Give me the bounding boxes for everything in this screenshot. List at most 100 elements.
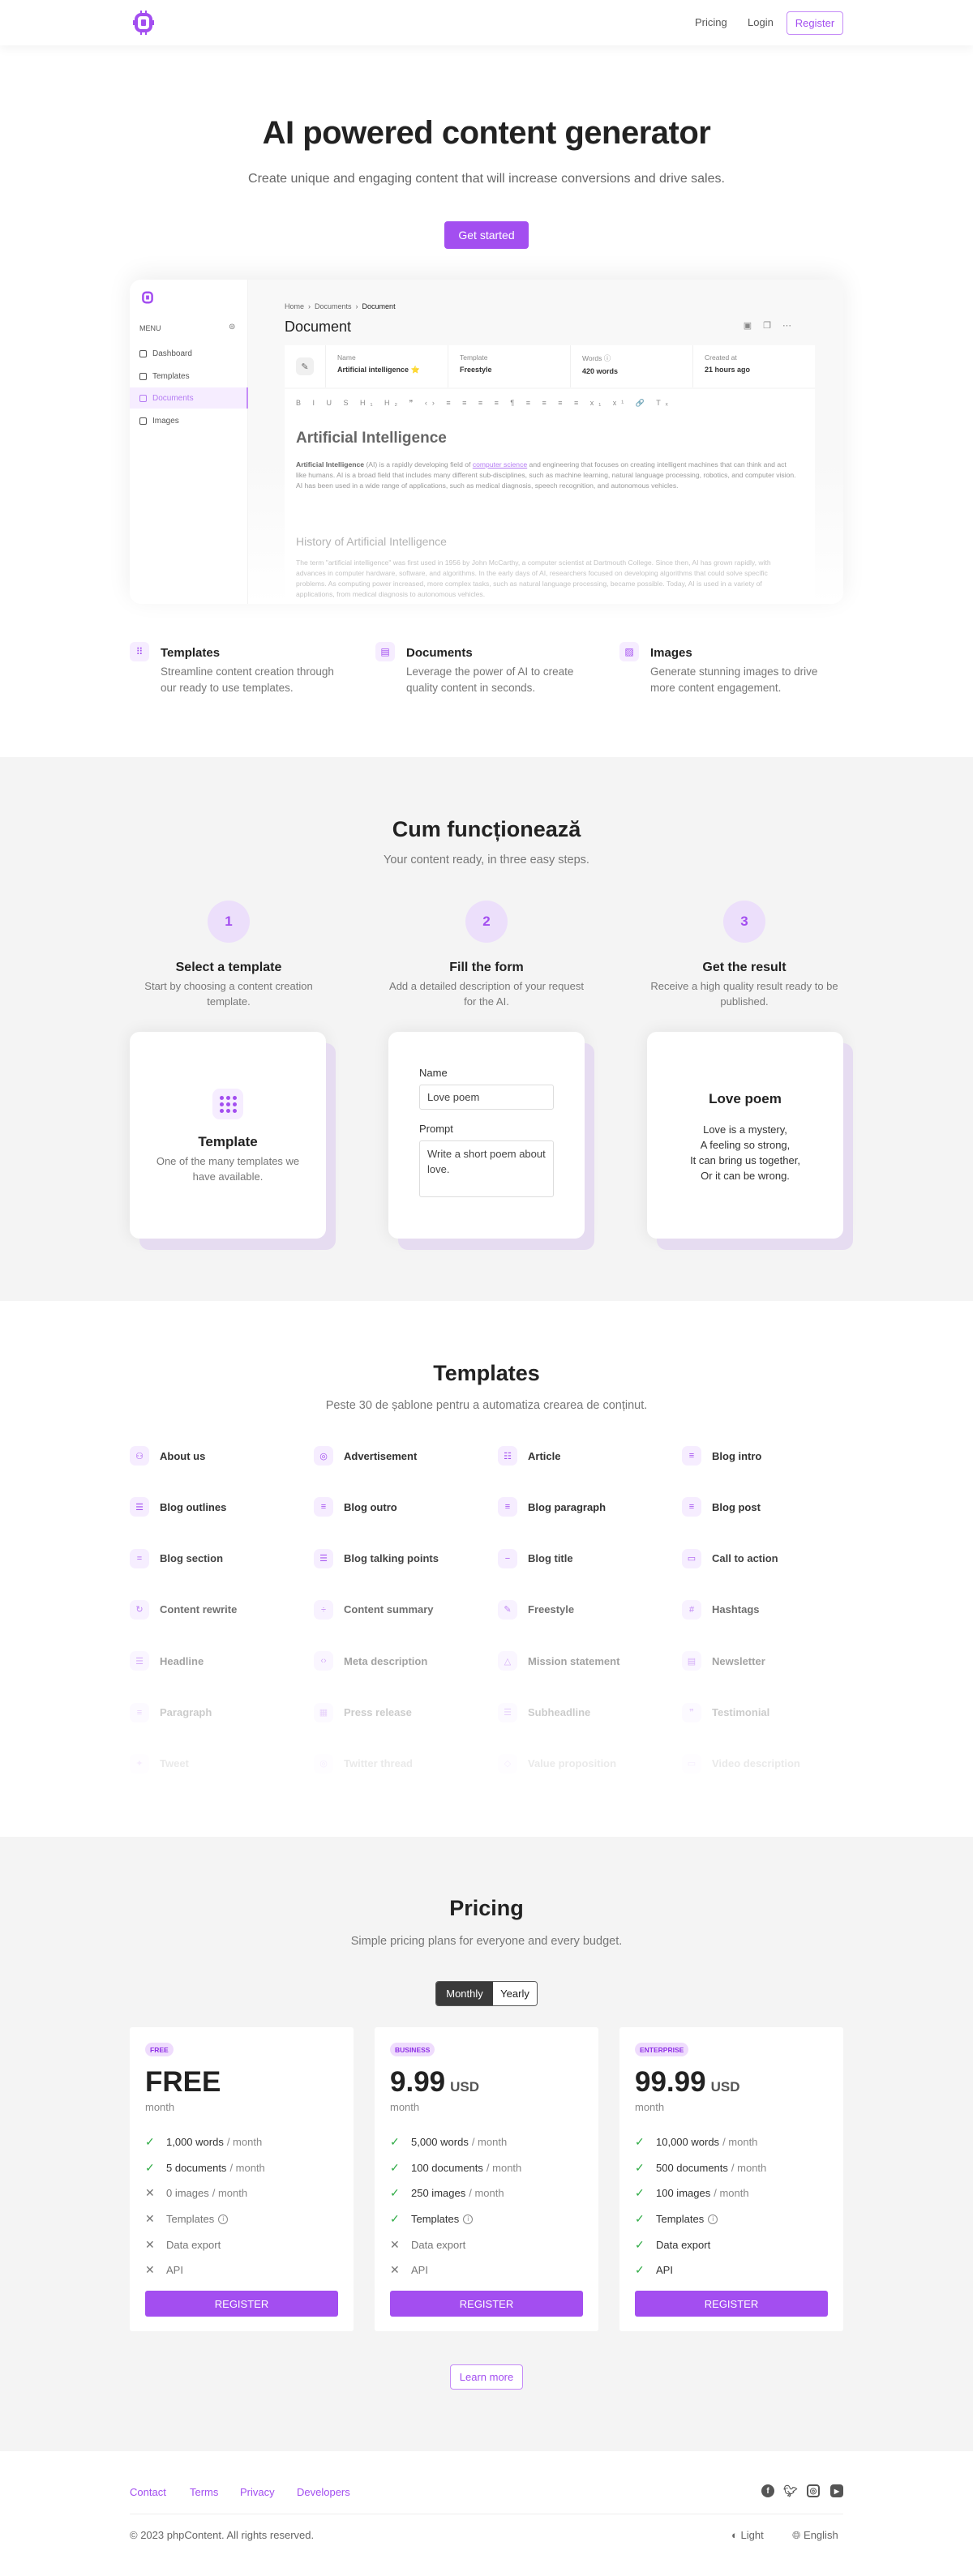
prompt-textarea[interactable]: Write a short poem about love. <box>419 1140 554 1197</box>
template-item[interactable]: ✦ Tweet <box>130 1753 308 1774</box>
template-icon: ☰ <box>130 1497 149 1517</box>
template-item[interactable]: ☰ Blog outlines <box>130 1497 308 1517</box>
template-item[interactable]: ☰ Subheadline <box>498 1702 676 1722</box>
template-item[interactable]: ✎ Freestyle <box>498 1599 676 1620</box>
step-title: Fill the form <box>449 961 524 974</box>
more-icon[interactable]: ⋯ <box>782 321 803 331</box>
step-desc: Receive a high quality result ready to b… <box>650 980 838 1008</box>
register-plan-button[interactable]: REGISTER <box>390 2291 583 2317</box>
template-icon: ≡ <box>314 1497 333 1517</box>
toggle-monthly[interactable]: Monthly <box>436 1982 493 2005</box>
feature-text: Templates <box>656 2213 705 2226</box>
editor-toolbar[interactable]: B I U S H₁ H₂ ❞ ‹› ≡ ≡ ≡ ≡ ¶ ≡ ≡ ≡ ≡ x₁ … <box>296 399 673 408</box>
billing-toggle[interactable]: Monthly Yearly <box>435 1981 538 2006</box>
save-icon[interactable]: ▣ <box>744 321 763 331</box>
plan-feature: ✓ Data export <box>635 2232 766 2257</box>
register-plan-button[interactable]: REGISTER <box>635 2291 828 2317</box>
globe-icon: 🌐︎ <box>792 2529 801 2541</box>
template-item[interactable]: = Blog section <box>130 1548 308 1568</box>
rich-text-editor[interactable]: B I U S H₁ H₂ ❞ ‹› ≡ ≡ ≡ ≡ ¶ ≡ ≡ ≡ ≡ x₁ … <box>285 389 815 604</box>
register-plan-button[interactable]: REGISTER <box>145 2291 338 2317</box>
sidebar-item-images[interactable]: Images <box>130 410 248 431</box>
step-number: 1 <box>208 901 250 943</box>
sidebar-item-dashboard[interactable]: Dashboard <box>130 343 248 364</box>
breadcrumb-documents[interactable]: Documents <box>315 302 352 310</box>
template-item[interactable]: ▤ Newsletter <box>682 1651 860 1671</box>
breadcrumb-home[interactable]: Home <box>285 302 304 310</box>
dashboard-icon <box>139 349 147 357</box>
logo-chip-icon[interactable] <box>131 10 156 36</box>
editor-paragraph-2: The term "artificial intelligence" was f… <box>296 558 771 598</box>
step-desc: Add a detailed description of your reque… <box>389 980 584 1008</box>
footer-developers-link[interactable]: Developers <box>297 2486 350 2498</box>
theme-toggle[interactable]: ◐ Light <box>731 2529 764 2541</box>
info-icon[interactable]: i <box>708 2214 718 2224</box>
template-item[interactable]: ▭ Call to action <box>682 1548 860 1568</box>
template-item[interactable]: ⚇ About us <box>130 1446 308 1466</box>
pricing-title: Pricing <box>449 1896 524 1920</box>
template-item[interactable]: − Blog title <box>498 1548 676 1568</box>
check-icon: ✓ <box>635 2212 645 2226</box>
card-desc: One of the many templates we have availa… <box>156 1155 300 1183</box>
nav-register-button[interactable]: Register <box>787 11 843 35</box>
sidebar-item-documents[interactable]: Documents <box>130 387 248 409</box>
template-icon: − <box>498 1548 517 1568</box>
x-icon: ✕ <box>145 2237 155 2251</box>
template-label: Value proposition <box>528 1757 617 1770</box>
settings-icon[interactable]: ⊜ <box>229 323 235 332</box>
template-item[interactable]: ↻ Content rewrite <box>130 1599 308 1620</box>
template-item[interactable]: △ Mission statement <box>498 1651 676 1671</box>
template-item[interactable]: # Hashtags <box>682 1599 860 1620</box>
feature-suffix: / month <box>229 2161 265 2174</box>
contrast-icon: ◐ <box>731 2529 738 2541</box>
language-selector[interactable]: 🌐︎ English <box>792 2529 838 2542</box>
link[interactable]: computer science <box>473 460 527 469</box>
template-icon: ✎ <box>498 1599 517 1620</box>
plan-card-business: BUSINESS 9.99 USD month ✓ 5,000 words / month ✓… <box>375 2027 598 2331</box>
nav-pricing-link[interactable]: Pricing <box>695 16 727 28</box>
template-item[interactable]: ❞ Testimonial <box>682 1702 860 1722</box>
template-item[interactable]: ☰ Headline <box>130 1651 308 1671</box>
template-item[interactable]: ≡ Blog intro <box>682 1446 860 1466</box>
template-item[interactable]: ‹› Meta description <box>314 1651 492 1671</box>
footer-privacy-link[interactable]: Privacy <box>240 2486 275 2498</box>
template-item[interactable]: ◎ Advertisement <box>314 1446 492 1466</box>
nav-login-link[interactable]: Login <box>748 16 774 28</box>
template-item[interactable]: ▦ Press release <box>314 1702 492 1722</box>
document-icon <box>139 394 147 402</box>
footer-terms-link[interactable]: Terms <box>190 2486 218 2498</box>
template-item[interactable]: ≡ Blog post <box>682 1497 860 1517</box>
template-item[interactable]: ☰ Blog talking points <box>314 1548 492 1568</box>
copy-icon[interactable]: ❐ <box>763 321 782 331</box>
template-item[interactable]: ≡ Blog paragraph <box>498 1497 676 1517</box>
toggle-yearly[interactable]: Yearly <box>493 1982 537 2005</box>
instagram-icon[interactable]: ◎ <box>807 2484 820 2497</box>
template-item[interactable]: ◎ Twitter thread <box>314 1753 492 1774</box>
get-started-button[interactable]: Get started <box>444 221 529 249</box>
footer-contact-link[interactable]: Contact <box>130 2486 166 2498</box>
template-item[interactable]: ÷ Content summary <box>314 1599 492 1620</box>
name-input[interactable]: Love poem <box>419 1085 554 1110</box>
info-icon[interactable]: i <box>218 2214 229 2224</box>
template-item[interactable]: ◇ Value proposition <box>498 1753 676 1774</box>
template-item[interactable]: ☷ Article <box>498 1446 676 1466</box>
template-label: Advertisement <box>344 1449 418 1462</box>
template-item[interactable]: ≡ Paragraph <box>130 1702 308 1722</box>
learn-more-button[interactable]: Learn more <box>450 2364 523 2390</box>
feature-documents: ▤ Documents Leverage the power of AI to cr… <box>375 642 602 707</box>
plan-features: ✓ 1,000 words / month ✓ 5 documents / month ✕ 0… <box>145 2129 265 2283</box>
plan-feature: ✕ API <box>390 2257 521 2283</box>
sidebar-item-templates[interactable]: Templates <box>130 366 248 387</box>
feature-suffix: / month <box>722 2136 758 2149</box>
facebook-icon[interactable]: f <box>761 2484 774 2497</box>
template-icon: ❞ <box>682 1702 701 1722</box>
youtube-icon[interactable]: ▶ <box>830 2484 843 2497</box>
template-item[interactable]: ▭ Video description <box>682 1753 860 1774</box>
templates-title: Templates <box>433 1361 540 1385</box>
twitter-icon[interactable]: 🐦︎ <box>783 2484 798 2497</box>
info-icon[interactable]: i <box>463 2214 474 2224</box>
card-title: Template <box>198 1134 258 1149</box>
feature-text: 10,000 words <box>656 2136 720 2149</box>
template-item[interactable]: ≡ Blog outro <box>314 1497 492 1517</box>
feature-text: 500 documents <box>656 2161 728 2174</box>
